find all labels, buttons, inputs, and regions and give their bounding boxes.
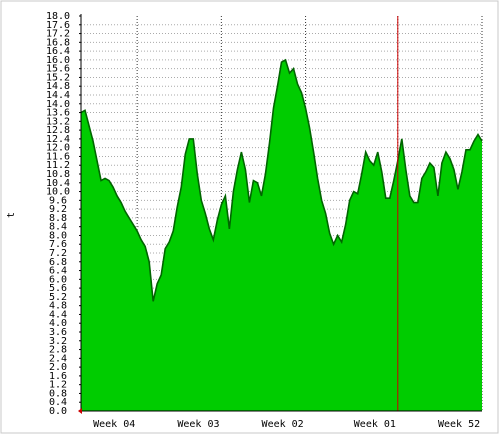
x-tick-label: Week 52	[438, 419, 480, 430]
y-axis-label: t	[6, 212, 17, 218]
x-tick-label: Week 02	[262, 419, 304, 430]
y-tick-labels: 0.00.40.81.21.62.02.42.83.23.64.04.44.85…	[46, 11, 70, 417]
x-tick-label: Week 01	[354, 419, 396, 430]
x-tick-label: Week 04	[93, 419, 135, 430]
chart-root: 0.0 0.4 0.8 1.2 1.6 2.0 2.4 2.8 3.2 3.6 4.0 4.4 4.8 5…	[0, 0, 500, 435]
x-tick-label: Week 03	[177, 419, 219, 430]
y-tick-label: 18.0	[46, 11, 70, 22]
chart-svg: 0.00.40.81.21.62.02.42.83.23.64.04.44.85…	[0, 0, 500, 435]
